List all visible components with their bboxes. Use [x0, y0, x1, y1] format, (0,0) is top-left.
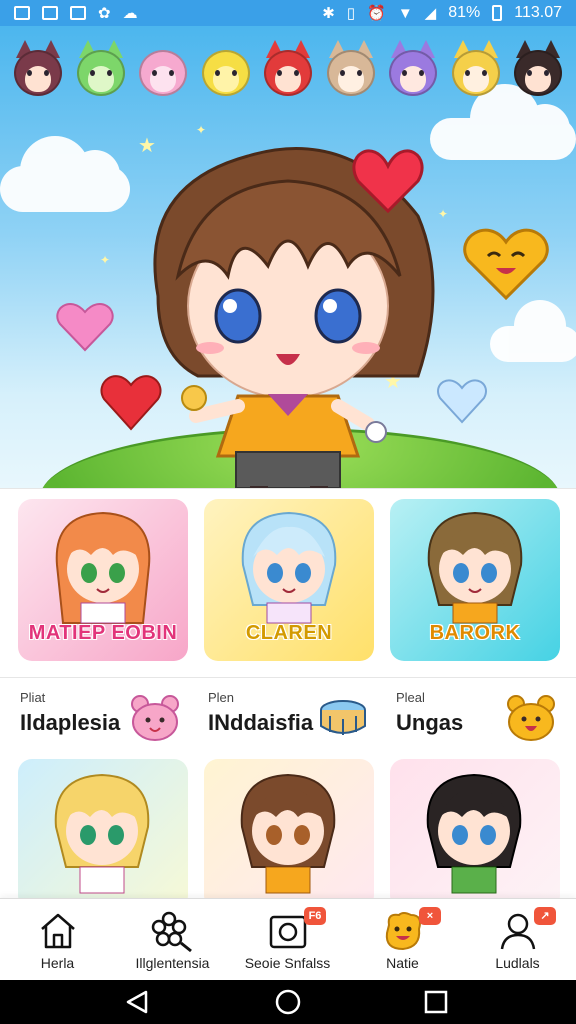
heart-icon — [100, 375, 162, 431]
battery-percent: 81% — [448, 4, 481, 21]
drum-icon — [320, 700, 366, 735]
nav-item-discover[interactable]: Illglentensia — [115, 899, 230, 981]
recents-icon[interactable] — [416, 988, 456, 1016]
character-card[interactable]: CLAREN — [204, 499, 374, 661]
sparkle-icon: ✦ — [100, 253, 111, 267]
character-card-title: MATIEP EOBIN — [28, 622, 178, 644]
pink-bear-icon — [131, 695, 179, 741]
bluetooth-icon: ✱ — [322, 4, 335, 22]
clock: 113.07 — [514, 4, 562, 21]
character-avatar[interactable] — [73, 40, 129, 100]
character-thumbnail[interactable] — [18, 759, 188, 898]
profile-icon — [500, 913, 535, 950]
alarm-icon: ⏰ — [367, 4, 386, 22]
featured-subtitle: Plen — [208, 690, 235, 705]
settings-icon: ✿ — [98, 4, 111, 22]
character-avatar-row — [10, 40, 566, 104]
vibrate-icon: ▯ — [346, 4, 356, 22]
chibi-girl-illustration — [153, 147, 435, 488]
image-icon — [70, 6, 86, 20]
back-icon[interactable] — [118, 988, 158, 1016]
battery-icon — [492, 5, 503, 21]
notification-badge: ↗ — [534, 907, 556, 925]
cloud-icon: ☁ — [122, 4, 138, 22]
nav-label: Illglentensia — [135, 955, 210, 971]
featured-subtitle: Pleal — [396, 690, 425, 705]
featured-title: Ildaplesia — [20, 710, 121, 735]
heart-icon — [56, 303, 114, 352]
featured-title: Ungas — [396, 710, 464, 735]
character-avatar[interactable] — [260, 40, 316, 100]
character-avatar[interactable] — [198, 40, 254, 100]
chibi-character-illustration — [240, 773, 336, 894]
flower-search-icon — [151, 911, 192, 953]
chibi-character-illustration — [427, 511, 523, 624]
nav-item-profile[interactable]: ↗ Ludlals — [460, 899, 575, 981]
character-card[interactable]: MATIEP EOBIN — [18, 499, 188, 661]
emoji-icon — [385, 912, 421, 951]
image-icon — [42, 6, 58, 20]
cloud — [490, 300, 576, 362]
character-thumbnail[interactable] — [390, 759, 560, 898]
featured-item[interactable]: Pleal Ungas — [376, 688, 564, 746]
nav-label: Seoie Snfalss — [244, 955, 331, 971]
orange-bear-icon — [507, 695, 555, 741]
nav-item-home[interactable]: Herla — [0, 899, 115, 981]
hero-banner[interactable]: ★ ✦ ✦ ★ ✦ — [0, 26, 576, 488]
nav-item-emoji[interactable]: × Natie — [345, 899, 460, 981]
chibi-character-illustration — [54, 773, 150, 894]
featured-row: Pliat Ildaplesia Plen INddaisfia Pleal U… — [0, 678, 576, 756]
character-card-title: CLAREN — [245, 622, 333, 644]
heart-icon — [437, 379, 487, 424]
camera-icon — [269, 915, 306, 949]
character-avatar[interactable] — [385, 40, 441, 100]
wifi-icon: ▼ — [397, 4, 413, 22]
status-right-icons: ✱ ▯ ⏰ ▼ ◢ 81% 113.07 — [322, 4, 562, 22]
nav-item-camera[interactable]: F6 Seoie Snfalss — [230, 899, 345, 981]
chibi-character-illustration — [241, 511, 337, 624]
featured-title: INddaisfia — [208, 710, 314, 735]
character-avatar[interactable] — [10, 40, 66, 100]
chibi-character-illustration — [55, 511, 151, 624]
image-icon — [14, 6, 30, 20]
character-thumbnail[interactable] — [204, 759, 374, 898]
featured-item[interactable]: Pliat Ildaplesia — [0, 688, 188, 746]
signal-icon: ◢ — [424, 4, 437, 22]
character-avatar[interactable] — [323, 40, 379, 100]
heart-face-icon — [463, 228, 549, 301]
bottom-navigation: Herla Illglentensia F6 Seoie Snfalss × N… — [0, 898, 576, 980]
notification-badge: F6 — [304, 907, 326, 925]
character-avatar[interactable] — [135, 40, 191, 100]
status-left-icons: ✿ ☁ — [14, 6, 138, 21]
character-avatar[interactable] — [510, 40, 566, 100]
status-bar: ✿ ☁ ✱ ▯ ⏰ ▼ ◢ 81% 113.07 — [0, 0, 576, 26]
featured-item[interactable]: Plen INddaisfia — [188, 688, 376, 746]
home-button-icon[interactable] — [268, 988, 308, 1016]
character-card[interactable]: BARORK — [390, 499, 560, 661]
nav-label: Natie — [386, 955, 419, 971]
character-thumbnail-row — [0, 756, 576, 898]
home-icon — [40, 913, 75, 949]
character-avatar[interactable] — [448, 40, 504, 100]
character-card-row: MATIEP EOBIN CLAREN BARORK — [0, 488, 576, 678]
chibi-character-illustration — [426, 773, 522, 894]
featured-subtitle: Pliat — [20, 690, 46, 705]
system-navigation-bar — [0, 980, 576, 1024]
cloud — [0, 136, 130, 212]
notification-badge: × — [419, 907, 441, 925]
character-card-title: BARORK — [429, 622, 521, 644]
app-screen: ✿ ☁ ✱ ▯ ⏰ ▼ ◢ 81% 113.07 ★ ✦ ✦ ★ ✦ MATIE… — [0, 0, 576, 1024]
nav-label: Herla — [40, 955, 75, 971]
nav-label: Ludlals — [495, 955, 540, 971]
